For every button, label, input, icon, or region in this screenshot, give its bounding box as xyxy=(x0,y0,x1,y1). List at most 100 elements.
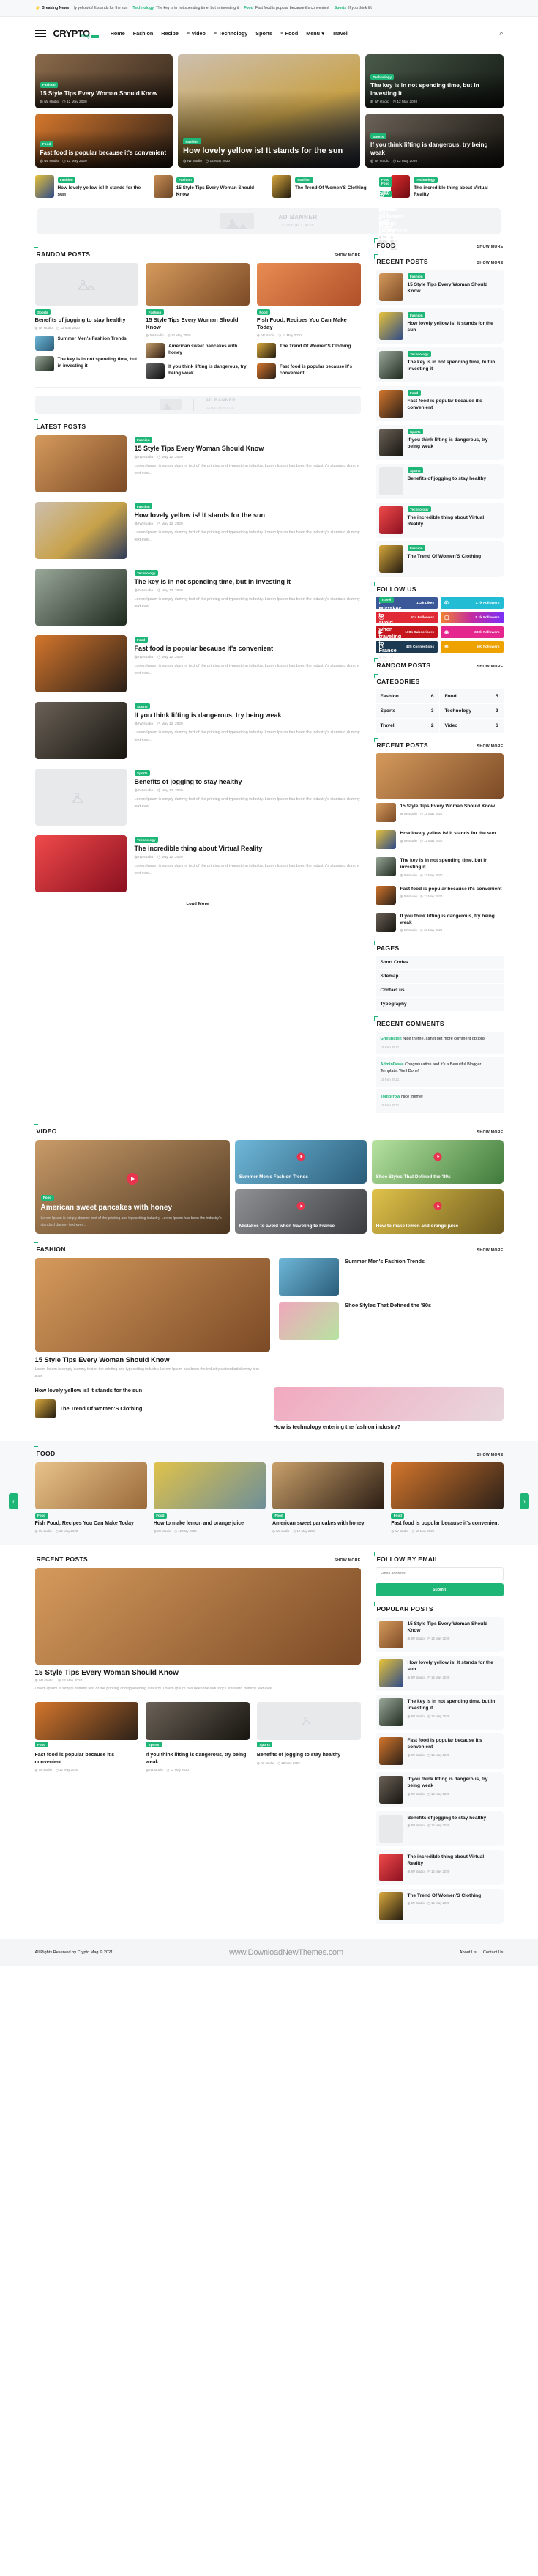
bottom-post[interactable]: Food Fast food is popular because it's c… xyxy=(34,1701,139,1772)
play-icon[interactable] xyxy=(433,1152,442,1161)
latest-post-row[interactable]: Fashion How lovely yellow is! It stands … xyxy=(34,501,361,559)
latest-post-row[interactable]: Technology The key is in not spending ti… xyxy=(34,568,361,626)
show-more-link[interactable]: SHOW MORE xyxy=(477,245,504,249)
recent-post-row[interactable]: 15 Style Tips Every Woman Should Know ◍ I… xyxy=(375,803,504,827)
footer-link-contact-us[interactable]: Contact Us xyxy=(483,1950,504,1955)
mini-post[interactable]: American sweet pancakes with honey xyxy=(146,342,250,358)
latest-post-row[interactable]: Sports If you think lifting is dangerous… xyxy=(34,701,361,759)
hero-card-0[interactable]: Fashion 15 Style Tips Every Woman Should… xyxy=(34,54,173,108)
post-title[interactable]: Fish Food, Recipes You Can Make Today xyxy=(257,317,361,331)
mini-post[interactable]: The Trend Of Women'S Clothing xyxy=(256,342,361,358)
fashion-row[interactable]: Shoe Styles That Defined the '80s xyxy=(279,1301,503,1340)
post-image[interactable] xyxy=(146,263,250,306)
social-twitter[interactable]: ✆ 1.7k Followers xyxy=(441,597,504,610)
page-item-short-codes[interactable]: Short Codes xyxy=(375,955,504,969)
fashion-bottom-right[interactable]: How is technology entering the fashion i… xyxy=(273,1387,504,1431)
popular-post-row[interactable]: The key is in not spending time, but in … xyxy=(375,1695,504,1731)
play-icon[interactable] xyxy=(296,1152,305,1161)
comment-item[interactable]: Gheupaten Nice theme, can it get more co… xyxy=(375,1031,504,1055)
post-title[interactable]: 15 Style Tips Every Woman Should Know xyxy=(146,317,250,331)
ticker-item-2[interactable]: Sports If you think lift xyxy=(335,6,372,10)
recent-post-row[interactable]: Sports If you think lifting is dangerous,… xyxy=(375,425,504,461)
popular-post-row[interactable]: Fast food is popular because it's conven… xyxy=(375,1733,504,1769)
submit-button[interactable]: Submit xyxy=(375,1583,504,1597)
popular-post-row[interactable]: The incredible thing about Virtual Reali… xyxy=(375,1850,504,1886)
ticker-item-1[interactable]: Food Fast food is popular because it's co… xyxy=(244,6,329,10)
category-item-food[interactable]: Food 5 xyxy=(439,689,504,704)
ticker-item-lead[interactable]: ly yellow is! It stands for the sun xyxy=(74,6,127,10)
show-more-link[interactable]: SHOW MORE xyxy=(477,1453,504,1457)
hero-card-2[interactable]: Technology The key is in not spending ti… xyxy=(365,54,504,108)
latest-post-row[interactable]: Technology The incredible thing about Vi… xyxy=(34,834,361,892)
recent-post-row[interactable]: The key is in not spending time, but in … xyxy=(375,857,504,882)
bottom-post[interactable]: Sports If you think lifting is dangerous… xyxy=(146,1701,250,1772)
load-more-button[interactable]: Load More xyxy=(186,901,209,906)
play-icon[interactable] xyxy=(126,1173,138,1185)
post-image[interactable] xyxy=(34,263,139,306)
recent-post-row[interactable]: Fashion How lovely yellow is! It stands f… xyxy=(375,308,504,344)
nav-item-home[interactable]: Home xyxy=(111,30,125,37)
fashion-row[interactable]: Summer Men's Fashion Trends xyxy=(279,1257,503,1296)
nav-item-fashion[interactable]: Fashion xyxy=(133,30,154,37)
strip-item[interactable]: Technology The incredible thing about Vir… xyxy=(391,175,503,198)
recent-post-row[interactable]: Fast food is popular because it's conven… xyxy=(375,885,504,909)
hamburger-menu-icon[interactable] xyxy=(34,29,46,37)
food-carousel-item[interactable]: Food How to make lemon and orange juice … xyxy=(153,1462,266,1533)
show-more-link[interactable]: SHOW MORE xyxy=(335,1558,361,1563)
video-main-card[interactable]: Food American sweet pancakes with honey … xyxy=(34,1139,230,1234)
comment-item[interactable]: Tomorrow Nice theme! 15 Feb 2021 xyxy=(375,1089,504,1113)
fashion-main-post[interactable]: 15 Style Tips Every Woman Should Know Lo… xyxy=(34,1257,271,1380)
search-icon[interactable]: ⌕ xyxy=(499,29,503,37)
recent-post-row[interactable]: How lovely yellow is! It stands for the … xyxy=(375,830,504,854)
fashion-mini-post[interactable]: The Trend Of Women'S Clothing xyxy=(34,1399,265,1418)
play-icon[interactable] xyxy=(296,1202,305,1210)
post-title[interactable]: Benefits of jogging to stay healthy xyxy=(35,317,139,324)
nav-item-sports[interactable]: Sports xyxy=(255,30,272,37)
footer-link-about-us[interactable]: About Us xyxy=(460,1950,477,1955)
ad-banner-top[interactable]: AD BANNER CUSTUM x SIZE xyxy=(37,208,501,235)
recent-post-row[interactable]: Fashion The Trend Of Women'S Clothing xyxy=(375,541,504,577)
latest-post-row[interactable]: Sports Benefits of jogging to stay healt… xyxy=(34,768,361,826)
social-dribbble[interactable]: ◉ 300k Followers xyxy=(441,626,504,639)
show-more-link[interactable]: SHOW MORE xyxy=(477,665,504,669)
category-item-video[interactable]: Video 6 xyxy=(439,719,504,733)
carousel-next-arrow[interactable]: › xyxy=(520,1493,529,1509)
page-item-sitemap[interactable]: Sitemap xyxy=(375,969,504,983)
strip-item[interactable]: Fashion The Trend Of Women'S Clothing xyxy=(272,175,384,198)
strip-item[interactable]: Fashion 15 Style Tips Every Woman Should … xyxy=(153,175,266,198)
latest-post-row[interactable]: Fashion 15 Style Tips Every Woman Should… xyxy=(34,434,361,492)
recent-post-row[interactable]: Fashion 15 Style Tips Every Woman Should … xyxy=(375,270,504,306)
category-item-sports[interactable]: Sports 3 xyxy=(375,704,439,719)
video-card[interactable]: How to make lemon and orange juice xyxy=(371,1189,504,1234)
email-input[interactable] xyxy=(375,1567,504,1581)
mini-post[interactable]: Summer Men's Fashion Trends xyxy=(34,335,139,351)
ticker-item-0[interactable]: Technology The key is in not spending tim… xyxy=(132,6,239,10)
mini-post[interactable]: If you think lifting is dangerous, try b… xyxy=(146,363,250,379)
recent-post-row[interactable]: Sports Benefits of jogging to stay health… xyxy=(375,464,504,500)
nav-item-technology[interactable]: ≡ Technology xyxy=(214,30,247,37)
social-instagram[interactable]: ▢ 5.1k Followers xyxy=(441,612,504,624)
mini-post[interactable]: The key is in not spending time, but in … xyxy=(34,355,139,371)
nav-item-travel[interactable]: Travel xyxy=(332,30,348,37)
recent-post-row[interactable]: Technology The key is in not spending tim… xyxy=(375,347,504,383)
popular-post-row[interactable]: Benefits of jogging to stay healthy ◍ IW … xyxy=(375,1811,504,1847)
popular-post-row[interactable]: 15 Style Tips Every Woman Should Know ◍ I… xyxy=(375,1617,504,1653)
bottom-post[interactable]: Sports Benefits of jogging to stay healt… xyxy=(256,1701,361,1772)
nav-item-menu[interactable]: Menu ▾ xyxy=(306,30,324,37)
popular-post-row[interactable]: If you think lifting is dangerous, try b… xyxy=(375,1772,504,1808)
page-item-contact-us[interactable]: Contact us xyxy=(375,983,504,997)
video-card[interactable]: Summer Men's Fashion Trends xyxy=(234,1139,367,1185)
show-more-link[interactable]: SHOW MORE xyxy=(477,1130,504,1135)
play-icon[interactable] xyxy=(433,1202,442,1210)
ad-banner-mid[interactable]: AD BANNER CUSTUM x SIZE xyxy=(34,395,361,414)
recent-post-row[interactable]: Food Fast food is popular because it's co… xyxy=(375,386,504,422)
hero-card-3[interactable]: Sports If you think lifting is dangerous… xyxy=(365,114,504,168)
post-image[interactable] xyxy=(256,263,361,306)
mini-post[interactable]: Fast food is popular because it's conven… xyxy=(256,363,361,379)
hero-card-1[interactable]: Food Fast food is popular because it's c… xyxy=(34,114,173,168)
popular-post-row[interactable]: How lovely yellow is! It stands for the … xyxy=(375,1656,504,1692)
recent-post-row[interactable]: Technology The incredible thing about Vir… xyxy=(375,503,504,538)
comment-item[interactable]: AdminDewe Congratulation and it's a Beau… xyxy=(375,1057,504,1087)
popular-post-row[interactable]: The Trend Of Women'S Clothing ◍ IW studio… xyxy=(375,1889,504,1925)
category-item-travel[interactable]: Travel 2 xyxy=(375,719,439,733)
